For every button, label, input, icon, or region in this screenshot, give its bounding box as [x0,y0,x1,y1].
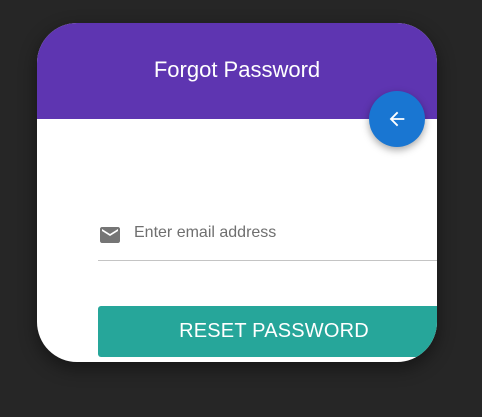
arrow-left-icon [389,111,405,127]
email-input[interactable] [134,221,434,245]
forgot-password-card: Forgot Password RESET PASSWORD [37,23,437,362]
reset-password-button[interactable]: RESET PASSWORD [98,306,437,357]
back-button[interactable] [369,91,425,147]
card-title: Forgot Password [153,57,321,82]
email-field [98,215,437,261]
mail-icon [98,223,122,247]
